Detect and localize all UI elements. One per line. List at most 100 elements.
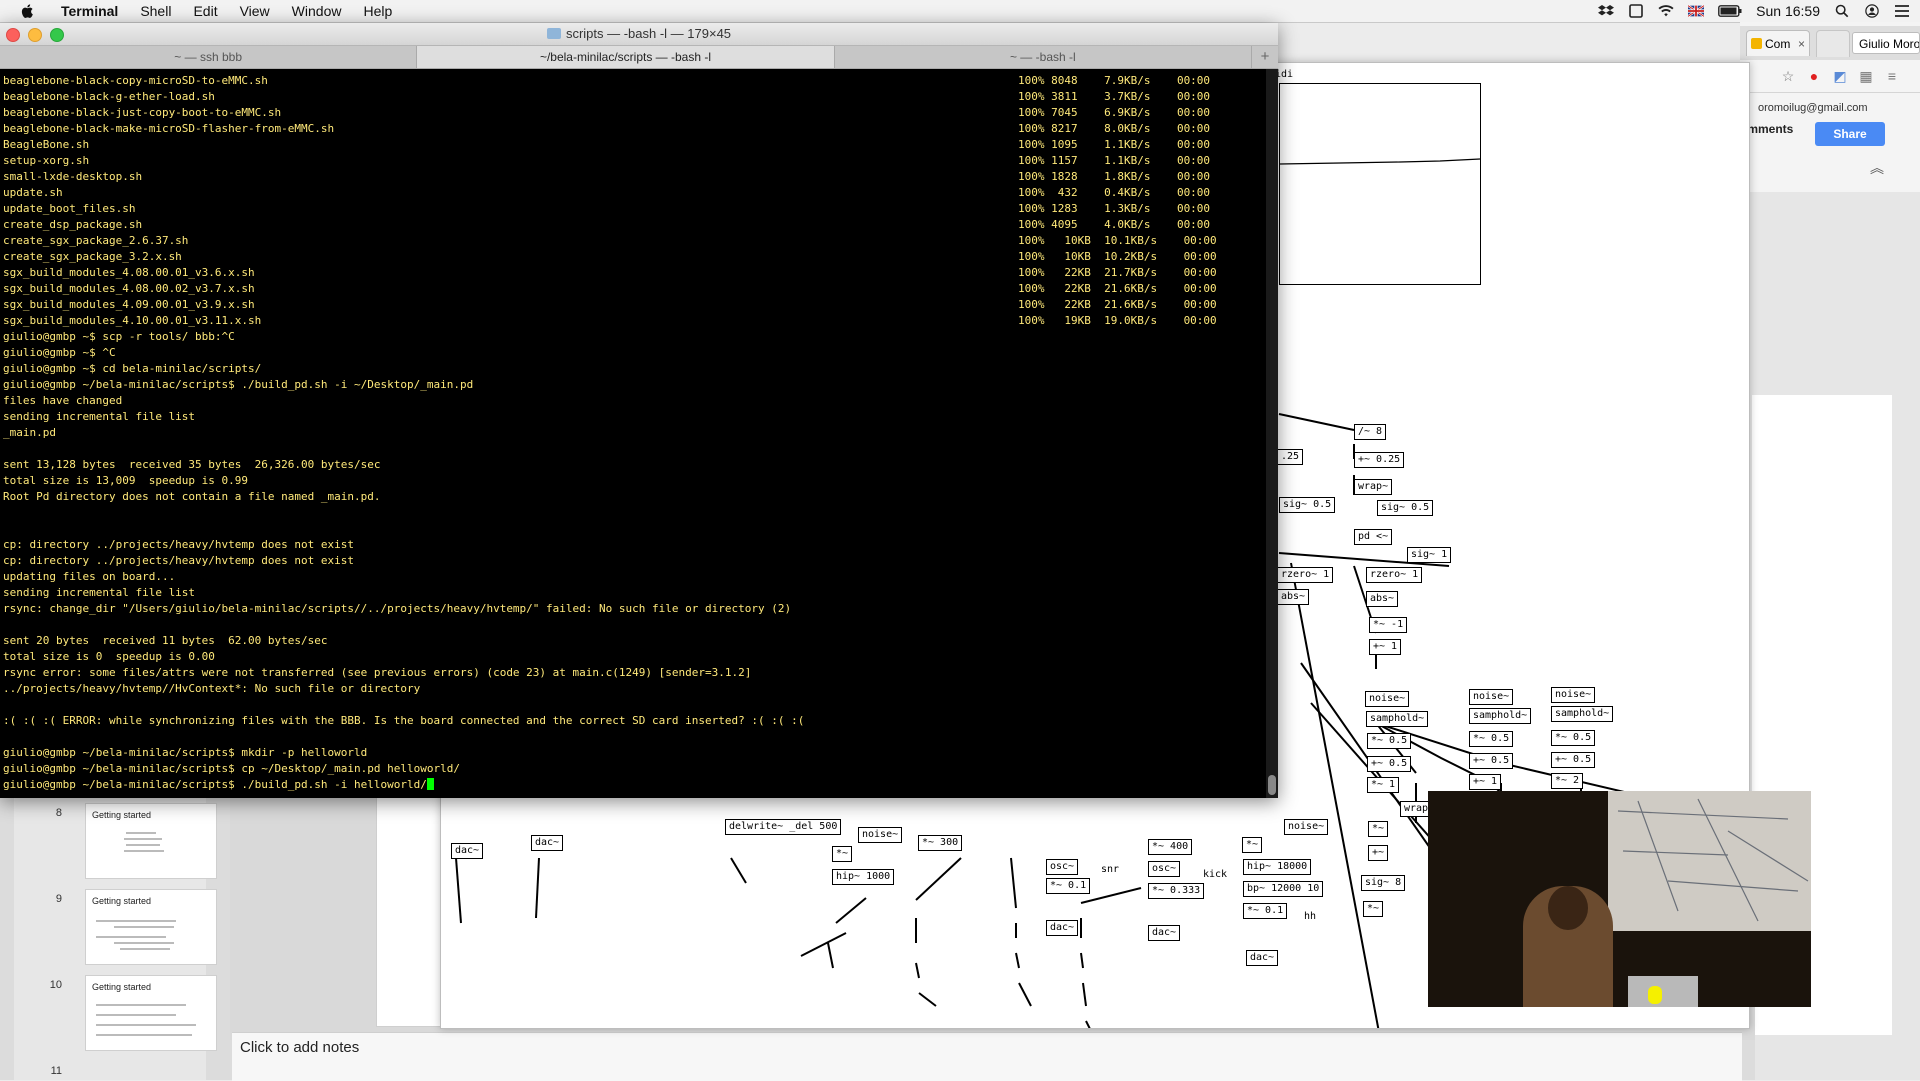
collapse-chevron-icon[interactable]: ︽ [1870, 158, 1884, 178]
terminal-titlebar[interactable]: scripts — -bash -l — 179×45 [0, 23, 1278, 46]
terminal-screen[interactable]: beaglebone-black-copy-microSD-to-eMMC.sh… [0, 69, 1264, 798]
pd-object[interactable]: +~ 0.25 [1354, 452, 1405, 468]
pd-object[interactable]: samphold~ [1366, 711, 1429, 727]
extension-grid-icon[interactable]: ▦ [1858, 68, 1874, 84]
transfer-stat-line: 100% 1283 1.3KB/s 00:00 [1018, 202, 1211, 215]
menu-window[interactable]: Window [281, 0, 353, 22]
terminal-window[interactable]: scripts — -bash -l — 179×45 ~ — ssh bbb … [0, 23, 1278, 798]
pd-object[interactable]: *~ [1242, 837, 1263, 853]
pd-object[interactable]: hip~ 1000 [832, 869, 895, 885]
menu-edit[interactable]: Edit [182, 0, 228, 22]
pd-object[interactable]: *~ 0.5 [1367, 733, 1412, 749]
pd-object[interactable]: *~ 2 [1551, 773, 1584, 789]
pd-object[interactable]: *~ 0.333 [1148, 883, 1205, 899]
pd-object[interactable]: abs~ [1366, 591, 1399, 607]
pd-object[interactable]: *~ [1368, 821, 1389, 837]
pd-object[interactable]: osc~ [1148, 861, 1181, 877]
terminal-tab-scripts[interactable]: ~/bela-minilac/scripts — -bash -l [417, 46, 835, 68]
pd-object[interactable]: *~ 0.5 [1469, 731, 1514, 747]
notification-list-icon[interactable] [1894, 4, 1910, 18]
pd-object[interactable]: +~ 1 [1469, 774, 1502, 790]
pd-object[interactable]: *~ [832, 846, 853, 862]
pd-object[interactable]: dac~ [1046, 920, 1079, 936]
pd-object[interactable]: noise~ [1365, 691, 1410, 707]
pd-object[interactable]: osc~ [1046, 859, 1079, 875]
pd-object[interactable]: *~ 0.1 [1046, 878, 1091, 894]
pd-object[interactable]: noise~ [1284, 819, 1329, 835]
terminal-tab-ssh[interactable]: ~ — ssh bbb [0, 46, 418, 68]
pd-object[interactable]: +~ 0.5 [1367, 756, 1412, 772]
extension-icon[interactable]: ◩ [1832, 68, 1848, 84]
pd-object[interactable]: *~ -1 [1369, 617, 1408, 633]
pd-object[interactable]: noise~ [1469, 689, 1514, 705]
browser-tab-label: Com [1765, 37, 1791, 51]
new-tab-plus-icon[interactable]: + [1252, 46, 1278, 68]
pd-object[interactable]: *~ 400 [1148, 839, 1193, 855]
opera-extension-icon[interactable]: ● [1806, 68, 1822, 84]
pd-object[interactable]: noise~ [1551, 687, 1596, 703]
minimize-window-button[interactable] [28, 28, 42, 42]
browser-new-tab[interactable] [1816, 30, 1850, 57]
pd-object[interactable]: samphold~ [1469, 708, 1532, 724]
menubar-clock[interactable]: Sun 16:59 [1756, 3, 1820, 19]
pd-object[interactable]: rzero~ 1 [1366, 567, 1423, 583]
zoom-window-button[interactable] [50, 28, 64, 42]
pd-object[interactable]: bp~ 12000 10 [1243, 881, 1324, 897]
dropbox-icon[interactable] [1598, 4, 1615, 18]
pd-object[interactable]: sig~ 8 [1361, 875, 1406, 891]
pd-object[interactable]: hip~ 18000 [1243, 859, 1312, 875]
pd-object[interactable]: dac~ [451, 843, 484, 859]
terminal-tab-bash[interactable]: ~ — -bash -l [835, 46, 1252, 68]
pd-object[interactable]: dac~ [531, 835, 564, 851]
bookmark-star-icon[interactable]: ☆ [1780, 68, 1796, 84]
menu-app-terminal[interactable]: Terminal [50, 0, 129, 22]
browser-menu-icon[interactable]: ≡ [1884, 68, 1900, 84]
account-email[interactable]: oromoilug@gmail.com [1758, 102, 1868, 114]
pd-object[interactable]: dac~ [1148, 925, 1181, 941]
pd-object[interactable]: dac~ [1246, 950, 1279, 966]
menu-view[interactable]: View [229, 0, 281, 22]
pd-object[interactable]: *~ [1363, 901, 1384, 917]
menu-shell[interactable]: Shell [129, 0, 182, 22]
close-tab-icon[interactable]: × [1798, 31, 1805, 57]
pd-object[interactable]: *~ 0.5 [1551, 730, 1596, 746]
pd-object[interactable]: /~ 8 [1354, 424, 1387, 440]
pd-object[interactable]: *~ 300 [918, 835, 963, 851]
pd-object[interactable]: noise~ [858, 827, 903, 843]
menu-help[interactable]: Help [352, 0, 403, 22]
scrollbar-thumb[interactable] [1268, 775, 1276, 795]
wifi-icon[interactable] [1658, 4, 1674, 18]
slide-thumbnail[interactable]: Getting started [85, 803, 217, 879]
apple-menu-icon[interactable] [20, 3, 36, 19]
user-icon[interactable] [1864, 4, 1880, 18]
pd-object[interactable]: samphold~ [1551, 706, 1614, 722]
pd-object[interactable]: +~ [1368, 845, 1389, 861]
pd-object[interactable]: abs~ [1277, 589, 1310, 605]
browser-tab-docs[interactable]: Com × [1746, 30, 1810, 56]
pd-object[interactable]: +~ 0.5 [1469, 753, 1514, 769]
browser-profile-button[interactable]: Giulio Moro [1852, 32, 1920, 54]
pd-object[interactable]: sig~ 0.5 [1377, 500, 1434, 516]
pd-object[interactable]: +~ 0.5 [1551, 752, 1596, 768]
pd-object[interactable]: sig~ 1 [1407, 547, 1452, 563]
presenter-notes[interactable]: Click to add notes [232, 1032, 1742, 1081]
battery-icon[interactable] [1718, 4, 1742, 18]
slide-thumbnail[interactable]: Getting started [85, 889, 217, 965]
uk-flag-icon[interactable] [1688, 4, 1705, 18]
pd-object[interactable]: *~ 0.1 [1243, 903, 1288, 919]
window-icon[interactable] [1628, 4, 1644, 18]
slide-thumbnail[interactable]: Getting started [85, 975, 217, 1051]
terminal-scrollbar[interactable] [1266, 69, 1278, 798]
pd-object[interactable]: sig~ 0.5 [1279, 497, 1336, 513]
pd-object[interactable]: delwrite~ _del 500 [725, 819, 842, 835]
pd-object[interactable]: +~ 1 [1369, 639, 1402, 655]
pd-object[interactable]: rzero~ 1 [1277, 567, 1334, 583]
pd-object[interactable]: *~ 1 [1367, 777, 1400, 793]
pd-object[interactable]: wrap~ [1354, 479, 1393, 495]
close-window-button[interactable] [6, 28, 20, 42]
search-icon[interactable] [1834, 4, 1850, 18]
pd-object[interactable]: .25 [1277, 449, 1304, 465]
pd-object[interactable]: pd <~ [1354, 529, 1393, 545]
share-button[interactable]: Share [1815, 122, 1885, 146]
